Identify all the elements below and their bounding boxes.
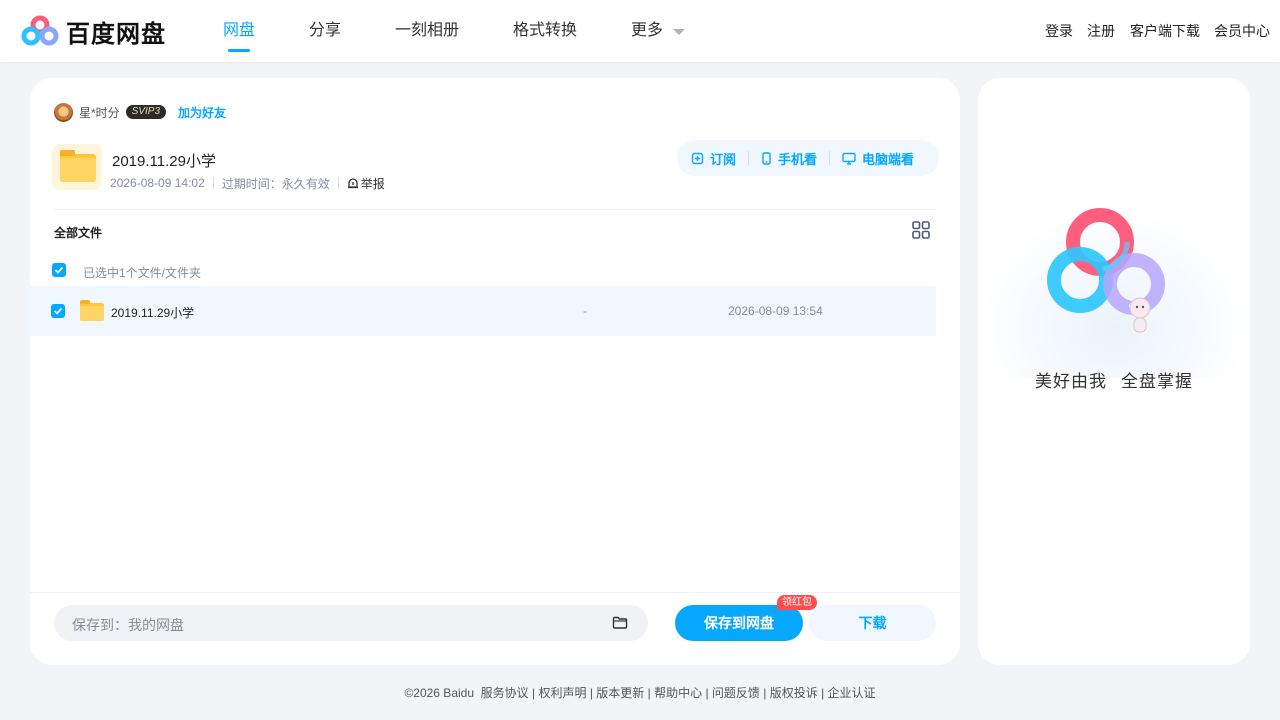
folder-icon bbox=[52, 144, 102, 190]
file-size: - bbox=[583, 304, 587, 318]
top-header: 百度网盘 网盘 分享 一刻相册 格式转换 更多 登录 注册 客户端下载 会员中心 bbox=[0, 0, 1280, 62]
subscribe-label: 订阅 bbox=[710, 151, 737, 167]
slogan-part-1: 美好由我 bbox=[1035, 372, 1107, 391]
baidu-netdisk-large-logo-icon bbox=[1047, 208, 1165, 333]
logo[interactable]: 百度网盘 bbox=[20, 14, 166, 48]
select-all-checkbox[interactable] bbox=[52, 263, 66, 277]
bottom-divider bbox=[30, 592, 960, 593]
action-divider bbox=[748, 151, 750, 165]
copyright: ©2026 Baidu bbox=[404, 686, 474, 700]
slogan-part-2: 全盘掌握 bbox=[1121, 372, 1193, 391]
share-created-time: 2026-08-09 14:02 bbox=[110, 176, 205, 190]
footer-link-service-agreement[interactable]: 服务协议 bbox=[481, 686, 529, 700]
all-files-breadcrumb[interactable]: 全部文件 bbox=[54, 224, 102, 241]
share-main-card: 星*时分 SVIP3 加为好友 2019.11.29小学 2026-08-09 … bbox=[30, 78, 960, 665]
nav-share[interactable]: 分享 bbox=[309, 20, 341, 42]
report-icon bbox=[347, 178, 358, 189]
checkmark-icon bbox=[53, 307, 63, 315]
folder-outline-icon bbox=[612, 616, 628, 629]
share-meta: 2026-08-09 14:02 过期时间：永久有效 举报 bbox=[110, 175, 385, 192]
footer-link-copyright-complaint[interactable]: 版权投诉 bbox=[770, 686, 818, 700]
share-actions: 订阅 手机看 电脑端看 bbox=[677, 140, 939, 176]
row-checkbox[interactable] bbox=[51, 304, 65, 318]
selection-count: 已选中1个文件/文件夹 bbox=[83, 266, 202, 280]
add-friend-link[interactable]: 加为好友 bbox=[178, 104, 226, 121]
nav-more[interactable]: 更多 bbox=[631, 20, 663, 42]
share-expire: 过期时间：永久有效 bbox=[221, 176, 330, 191]
avatar[interactable] bbox=[54, 102, 73, 122]
member-center-link[interactable]: 会员中心 bbox=[1214, 22, 1270, 40]
promo-side-card: 美好由我 全盘掌握 bbox=[978, 78, 1250, 665]
folder-icon bbox=[80, 300, 104, 321]
report-label: 举报 bbox=[360, 176, 385, 191]
phone-icon bbox=[762, 151, 771, 165]
save-path-label: 保存到：我的网盘 bbox=[72, 617, 184, 633]
footer: ©2026 Baidu 服务协议 | 权利声明 | 版本更新 | 帮助中心 | … bbox=[404, 686, 876, 700]
vip-badge: SVIP3 bbox=[125, 105, 167, 119]
nav-active-indicator bbox=[228, 49, 250, 52]
nav-format-convert[interactable]: 格式转换 bbox=[513, 20, 577, 42]
checkmark-icon bbox=[54, 266, 64, 274]
footer-link-version-update[interactable]: 版本更新 bbox=[596, 686, 644, 700]
file-date: 2026-08-09 13:54 bbox=[728, 304, 823, 318]
grid-view-icon[interactable] bbox=[912, 221, 930, 239]
table-row[interactable]: 2019.11.29小学 - 2026-08-09 13:54 bbox=[30, 286, 936, 336]
footer-link-enterprise-cert[interactable]: 企业认证 bbox=[828, 686, 876, 700]
logo-text: 百度网盘 bbox=[66, 20, 166, 48]
promo-slogan: 美好由我 全盘掌握 bbox=[978, 367, 1250, 392]
subscribe-icon bbox=[691, 152, 704, 164]
action-divider bbox=[829, 151, 831, 165]
file-name[interactable]: 2019.11.29小学 bbox=[111, 304, 194, 321]
nav-moment-album[interactable]: 一刻相册 bbox=[395, 20, 459, 42]
monitor-icon bbox=[842, 152, 856, 165]
footer-link-help-center[interactable]: 帮助中心 bbox=[654, 686, 702, 700]
subscribe-button[interactable]: 订阅 bbox=[691, 149, 736, 168]
baidu-netdisk-logo-icon bbox=[21, 15, 59, 46]
sharer-name[interactable]: 星*时分 bbox=[79, 104, 120, 121]
download-button[interactable]: 下载 bbox=[809, 605, 936, 641]
save-path-selector[interactable]: 保存到：我的网盘 bbox=[54, 605, 648, 641]
section-divider bbox=[54, 209, 936, 210]
register-link[interactable]: 注册 bbox=[1087, 22, 1115, 40]
red-packet-badge: 领红包 bbox=[777, 595, 817, 610]
view-on-pc-button[interactable]: 电脑端看 bbox=[842, 149, 914, 168]
login-link[interactable]: 登录 bbox=[1045, 22, 1073, 40]
meta-divider bbox=[337, 177, 339, 189]
report-button[interactable]: 举报 bbox=[347, 175, 385, 192]
view-on-pc-label: 电脑端看 bbox=[862, 151, 915, 167]
save-to-netdisk-button[interactable]: 保存到网盘 bbox=[675, 605, 803, 641]
footer-link-rights[interactable]: 权利声明 bbox=[538, 686, 586, 700]
sharer-info: 星*时分 SVIP3 加为好友 bbox=[54, 102, 226, 122]
footer-link-feedback[interactable]: 问题反馈 bbox=[712, 686, 760, 700]
share-title: 2019.11.29小学 bbox=[112, 153, 216, 170]
meta-divider bbox=[212, 177, 214, 189]
view-on-phone-label: 手机看 bbox=[778, 151, 818, 167]
chevron-down-icon[interactable] bbox=[673, 29, 685, 35]
view-on-phone-button[interactable]: 手机看 bbox=[761, 149, 817, 168]
nav-netdisk[interactable]: 网盘 bbox=[223, 20, 255, 42]
client-download-link[interactable]: 客户端下载 bbox=[1130, 22, 1200, 40]
